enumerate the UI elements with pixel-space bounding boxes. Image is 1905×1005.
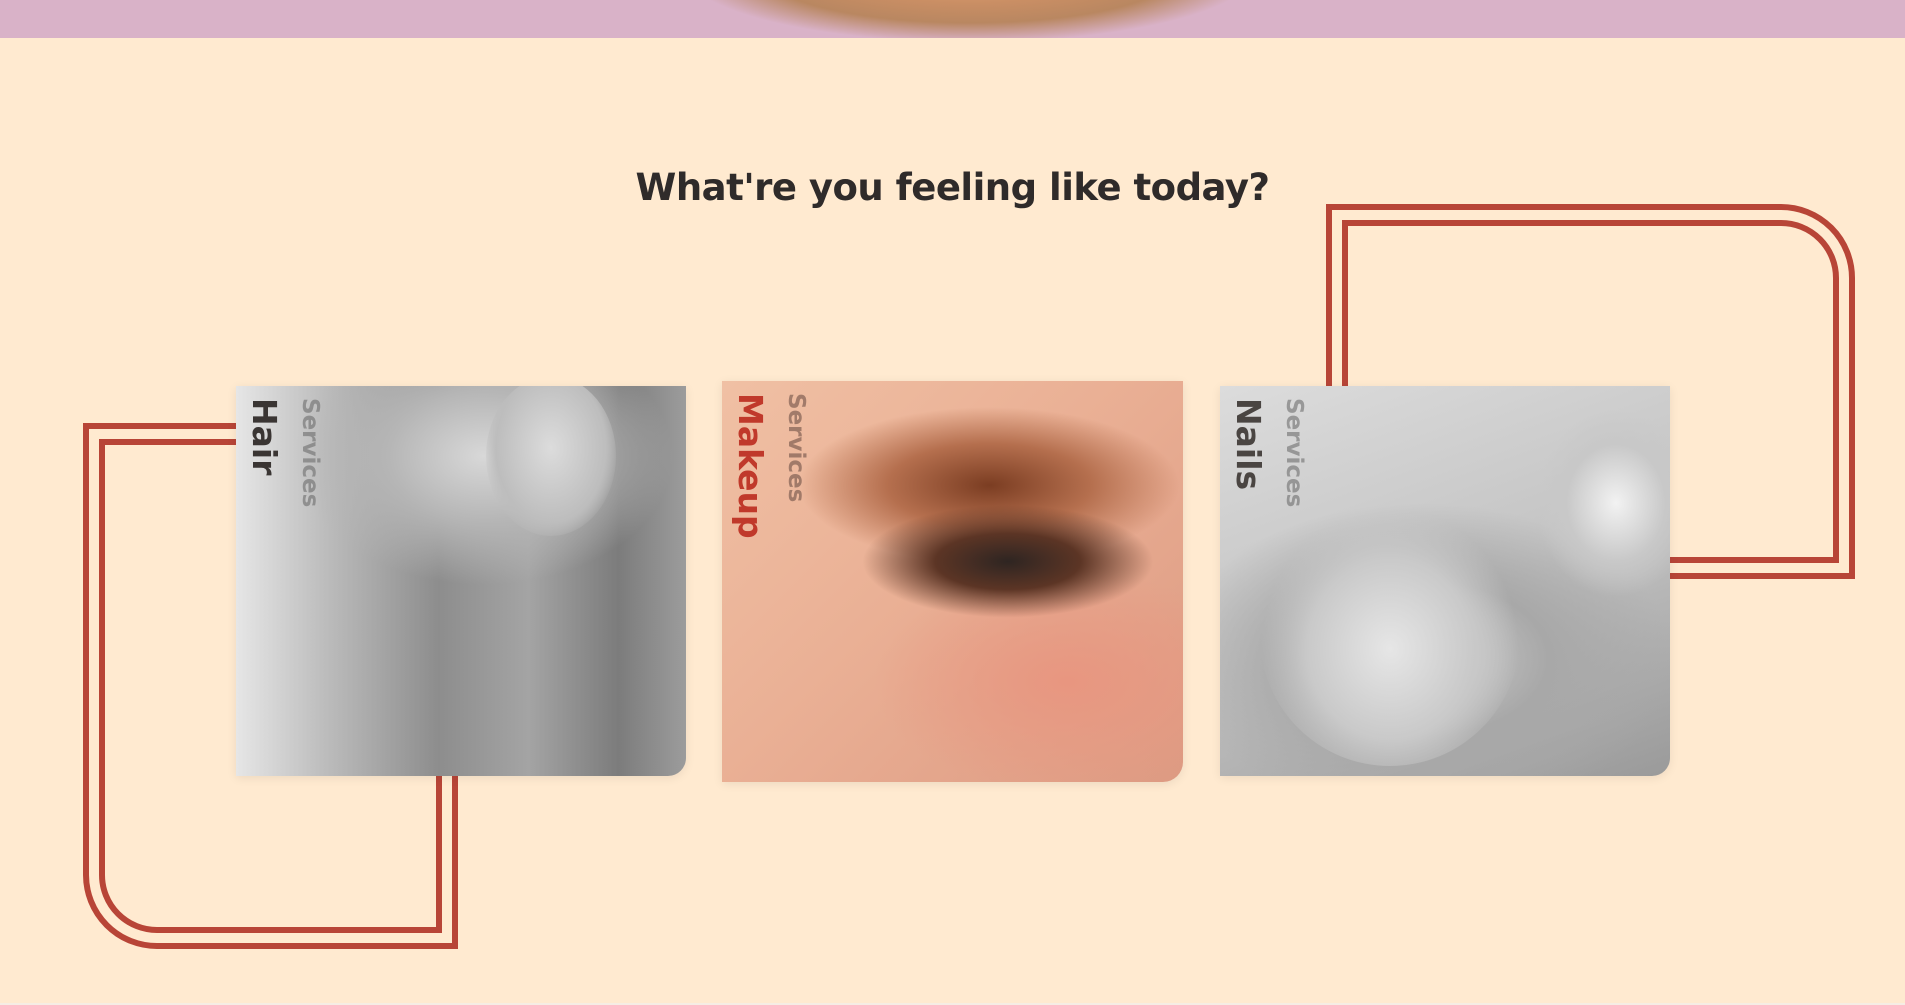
service-card-title: Hair [245,398,284,476]
service-card-title: Makeup [731,393,770,539]
nails-photo [1260,506,1520,766]
service-card-nails[interactable]: Nails Services [1220,386,1670,776]
service-card-title: Nails [1229,398,1268,491]
service-card-category: Services [1281,398,1307,508]
service-cards: Hair Services Makeup Services Nails Serv… [0,0,1905,1005]
service-card-category: Services [783,393,809,503]
service-card-makeup[interactable]: Makeup Services [722,381,1183,782]
service-card-category: Services [297,398,323,508]
hair-photo [486,386,616,536]
service-card-hair[interactable]: Hair Services [236,386,686,776]
